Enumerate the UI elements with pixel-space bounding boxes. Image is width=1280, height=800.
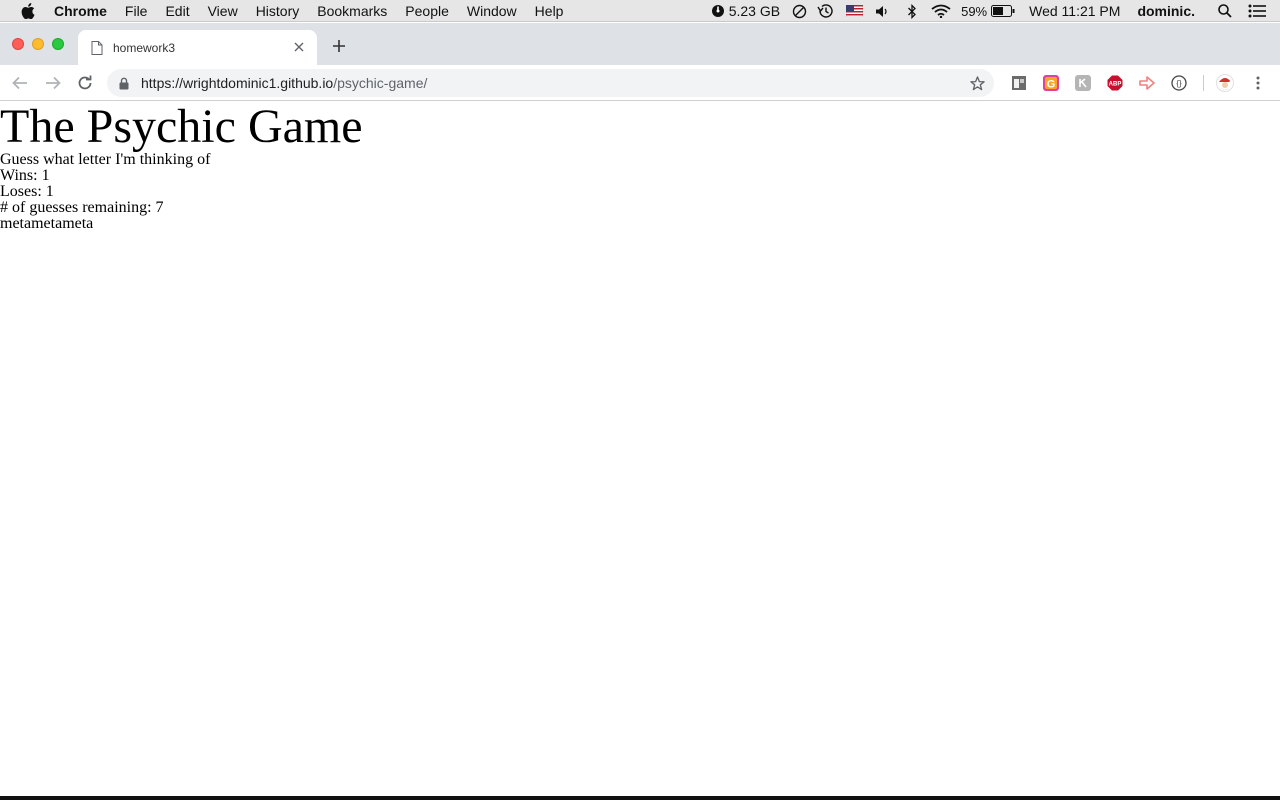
forward-button[interactable] xyxy=(43,73,63,93)
memory-text: 5.23 GB xyxy=(728,3,781,19)
clock[interactable]: Wed 11:21 PM xyxy=(1029,3,1120,19)
menu-window[interactable]: Window xyxy=(467,3,517,19)
time-machine-icon[interactable] xyxy=(817,3,834,19)
status-area: 5.23 GB 59% Wed 11:21 PM dominic. xyxy=(711,0,1280,22)
guesses-so-far: metametameta xyxy=(0,215,94,232)
url-text[interactable]: https://wrightdominic1.github.io/psychic… xyxy=(141,75,427,91)
memory-status[interactable]: 5.23 GB xyxy=(711,3,780,19)
bookmark-star-icon[interactable] xyxy=(968,74,986,92)
window-maximize-button[interactable] xyxy=(52,38,64,50)
page-title: The Psychic Game xyxy=(0,100,363,153)
toolbar-separator xyxy=(1203,75,1204,91)
window-minimize-button[interactable] xyxy=(32,38,44,50)
svg-text:{}: {} xyxy=(1176,79,1182,88)
menu-history[interactable]: History xyxy=(256,3,300,19)
tab-close-icon[interactable] xyxy=(291,39,307,55)
macos-menu-bar: Chrome File Edit View History Bookmarks … xyxy=(0,0,1280,22)
menu-view[interactable]: View xyxy=(208,3,238,19)
game-prompt: Guess what letter I'm thinking of xyxy=(0,151,211,168)
tab-homework3[interactable]: homework3 xyxy=(78,30,317,65)
tab-title: homework3 xyxy=(113,40,176,55)
extension-grey-badge-icon[interactable] xyxy=(1074,74,1092,92)
tab-strip: homework3 xyxy=(0,23,1280,65)
menu-edit[interactable]: Edit xyxy=(165,3,189,19)
notification-center-icon[interactable] xyxy=(1248,4,1266,18)
spotlight-search-icon[interactable] xyxy=(1218,4,1232,18)
menu-app-name[interactable]: Chrome xyxy=(54,3,107,19)
menu-file[interactable]: File xyxy=(125,3,148,19)
browser-toolbar: https://wrightdominic1.github.io/psychic… xyxy=(0,65,1280,101)
battery-percent[interactable]: 59% xyxy=(961,4,987,19)
lock-icon[interactable] xyxy=(119,76,131,90)
menu-people[interactable]: People xyxy=(405,3,449,19)
apple-menu-icon[interactable] xyxy=(21,2,35,19)
wifi-icon[interactable] xyxy=(931,4,951,18)
url-host: https://wrightdominic1.github.io xyxy=(141,75,334,91)
page-document-icon xyxy=(91,40,103,55)
menu-help[interactable]: Help xyxy=(535,3,564,19)
guesses-remaining: # of guesses remaining: 7 xyxy=(0,199,164,216)
chrome-menu-icon[interactable] xyxy=(1249,74,1267,92)
extension-grammarly-icon[interactable]: G xyxy=(1042,74,1060,92)
us-flag-icon[interactable] xyxy=(846,5,864,17)
battery-icon[interactable] xyxy=(991,5,1015,17)
window-close-button[interactable] xyxy=(12,38,24,50)
volume-icon[interactable] xyxy=(875,5,889,18)
extension-window-icon[interactable] xyxy=(1010,74,1028,92)
current-user[interactable]: dominic. xyxy=(1137,3,1195,19)
svg-text:ABP: ABP xyxy=(1109,82,1122,88)
address-bar[interactable]: https://wrightdominic1.github.io/psychic… xyxy=(107,69,994,97)
menu-bookmarks[interactable]: Bookmarks xyxy=(317,3,387,19)
window-bottom-edge xyxy=(0,796,1280,800)
svg-text:G: G xyxy=(1047,79,1056,91)
wins-counter: Wins: 1 xyxy=(0,167,50,184)
reload-button[interactable] xyxy=(75,73,95,93)
bluetooth-icon[interactable] xyxy=(907,3,917,19)
new-tab-button[interactable] xyxy=(330,37,348,55)
extension-adblock-plus-icon[interactable]: ABP xyxy=(1106,74,1124,92)
loses-counter: Loses: 1 xyxy=(0,183,54,200)
memory-gauge-icon xyxy=(711,4,725,18)
do-not-disturb-icon[interactable] xyxy=(792,4,807,19)
extension-arrow-icon[interactable] xyxy=(1138,74,1156,92)
url-path: /psychic-game/ xyxy=(333,75,428,91)
page-content: The Psychic Game Guess what letter I'm t… xyxy=(0,102,1280,796)
extension-json-viewer-icon[interactable]: {} xyxy=(1170,74,1188,92)
profile-avatar-icon[interactable] xyxy=(1216,74,1234,92)
back-button[interactable] xyxy=(10,73,30,93)
